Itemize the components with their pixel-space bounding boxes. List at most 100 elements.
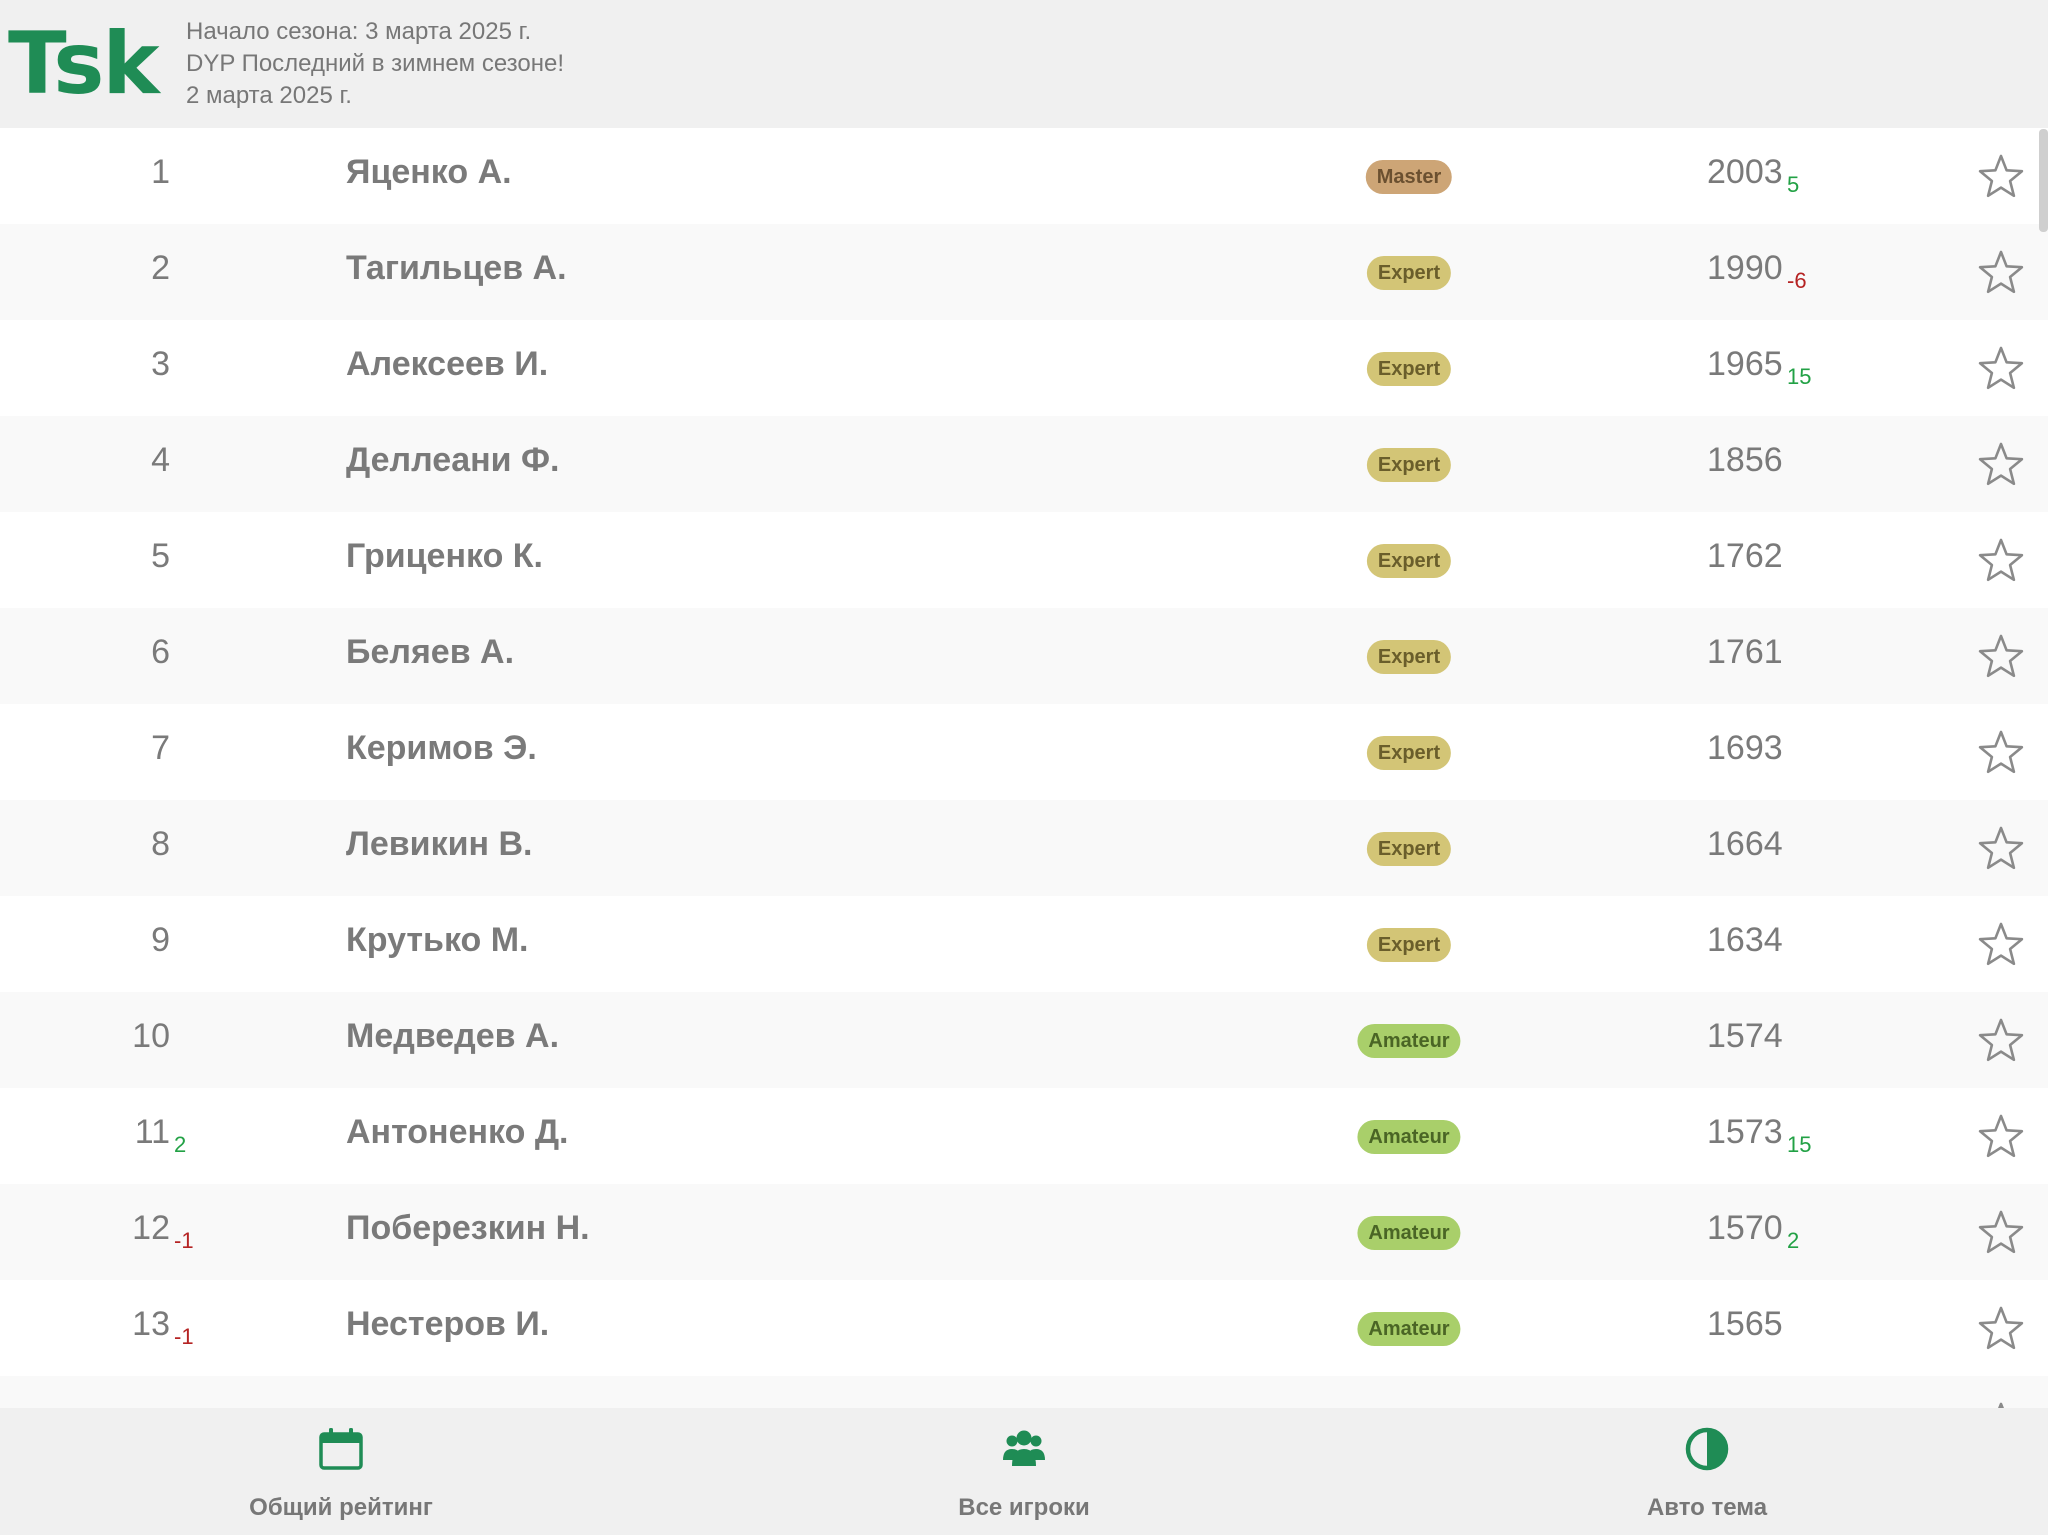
player-name[interactable]: Тагильцев А. <box>346 246 567 290</box>
level-badge: Expert <box>1366 448 1452 482</box>
player-name[interactable]: Нестеров И. <box>346 1302 549 1346</box>
rating-change: 2 <box>1787 1228 1800 1253</box>
table-row[interactable]: 8 Левикин В. Expert 1664 <box>0 800 2048 896</box>
player-rank: 7 <box>151 729 170 767</box>
player-rank: 4 <box>151 441 170 479</box>
table-row[interactable]: 2 Тагильцев А. Expert 1990 -6 <box>0 224 2048 320</box>
event-date: 2 марта 2025 г. <box>186 82 352 109</box>
table-row[interactable]: 6 Беляев А. Expert 1761 <box>0 608 2048 704</box>
table-row[interactable]: 4 Деллеани Ф. Expert 1856 <box>0 416 2048 512</box>
table-row[interactable]: 11 2 Антоненко Д. Amateur 1573 15 <box>0 1088 2048 1184</box>
level-badge: Amateur <box>1357 1216 1461 1250</box>
favorite-star-icon[interactable] <box>1978 825 2024 871</box>
player-rank: 3 <box>151 345 170 383</box>
app-logo[interactable]: Tsk <box>8 14 160 114</box>
player-name[interactable]: Левикин В. <box>346 822 532 866</box>
rating-list[interactable]: 1 Яценко А. Master 2003 5 2 Тагильцев А.… <box>0 128 2048 1408</box>
player-rating: 1574 <box>1707 1017 1783 1055</box>
favorite-star-icon[interactable] <box>1978 153 2024 199</box>
player-rank: 1 <box>151 153 170 191</box>
player-name[interactable]: Медведев А. <box>346 1014 559 1058</box>
player-rating: 1573 <box>1707 1113 1783 1151</box>
table-row[interactable]: 12 -1 Поберезкин Н. Amateur 1570 2 <box>0 1184 2048 1280</box>
favorite-star-icon[interactable] <box>1978 633 2024 679</box>
favorite-star-icon[interactable] <box>1978 345 2024 391</box>
player-rank: 6 <box>151 633 170 671</box>
player-name[interactable]: Крутько М. <box>346 918 529 962</box>
event-title: DYP Последний в зимнем сезоне! <box>186 50 565 77</box>
player-name[interactable]: Антоненко Д. <box>346 1110 569 1154</box>
nav-all-players-label: Все игроки <box>958 1494 1090 1521</box>
player-rating: 1634 <box>1707 921 1783 959</box>
player-name[interactable]: Беляев А. <box>346 630 514 674</box>
table-row[interactable]: 3 Алексеев И. Expert 1965 15 <box>0 320 2048 416</box>
favorite-star-icon[interactable] <box>1978 441 2024 487</box>
table-row[interactable]: 13 -1 Нестеров И. Amateur 1565 <box>0 1280 2048 1376</box>
player-name[interactable]: Алексеев И. <box>346 342 548 386</box>
level-badge: Expert <box>1366 928 1452 962</box>
level-badge: Amateur <box>1357 1120 1461 1154</box>
nav-overall-rating-label: Общий рейтинг <box>249 1494 433 1521</box>
users-icon <box>1003 1430 1045 1466</box>
app-header: Tsk Начало сезона: 3 марта 2025 г. DYP П… <box>0 0 2048 128</box>
bottom-navigation: Общий рейтинг Все игроки Авто тема <box>0 1408 2048 1535</box>
player-rating: 1965 <box>1707 345 1783 383</box>
nav-auto-theme-label: Авто тема <box>1646 1494 1768 1521</box>
player-rank: 12 <box>132 1209 170 1247</box>
player-name[interactable]: Гриценко К. <box>346 534 543 578</box>
player-name[interactable]: Деллеани Ф. <box>346 438 559 482</box>
level-badge: Amateur <box>1357 1312 1461 1346</box>
nav-auto-theme[interactable]: Авто тема <box>1366 1408 2048 1535</box>
rating-change: -6 <box>1787 268 1807 293</box>
rank-change: 2 <box>174 1132 187 1157</box>
player-rating: 1570 <box>1707 1209 1783 1247</box>
player-rating: 2003 <box>1707 153 1783 191</box>
level-badge: Expert <box>1366 544 1452 578</box>
player-rank: 9 <box>151 921 170 959</box>
player-rating: 1693 <box>1707 729 1783 767</box>
favorite-star-icon[interactable] <box>1978 537 2024 583</box>
player-rating: 1565 <box>1707 1305 1783 1343</box>
table-row[interactable]: 7 Керимов Э. Expert 1693 <box>0 704 2048 800</box>
season-start-text: Начало сезона: 3 марта 2025 г. <box>186 18 532 45</box>
season-info: Начало сезона: 3 марта 2025 г. DYP После… <box>186 16 564 112</box>
player-rank: 2 <box>151 249 170 287</box>
calendar-icon <box>319 1428 363 1470</box>
favorite-star-icon[interactable] <box>1978 1401 2024 1408</box>
favorite-star-icon[interactable] <box>1978 249 2024 295</box>
table-row[interactable]: 10 Медведев А. Amateur 1574 <box>0 992 2048 1088</box>
rank-change: -1 <box>174 1324 194 1349</box>
player-rank: 11 <box>134 1113 170 1151</box>
nav-all-players[interactable]: Все игроки <box>683 1408 1365 1535</box>
favorite-star-icon[interactable] <box>1978 921 2024 967</box>
player-rank: 5 <box>151 537 170 575</box>
table-row[interactable] <box>0 1376 2048 1408</box>
favorite-star-icon[interactable] <box>1978 1305 2024 1351</box>
rating-change: 15 <box>1787 1132 1812 1157</box>
player-rating: 1856 <box>1707 441 1783 479</box>
player-name[interactable]: Керимов Э. <box>346 726 537 770</box>
nav-overall-rating[interactable]: Общий рейтинг <box>0 1408 682 1535</box>
player-rank: 13 <box>132 1305 170 1343</box>
player-name[interactable]: Яценко А. <box>346 150 512 194</box>
scrollbar-thumb[interactable] <box>2039 129 2048 232</box>
level-badge: Expert <box>1366 352 1452 386</box>
player-rating: 1761 <box>1707 633 1783 671</box>
table-row[interactable]: 9 Крутько М. Expert 1634 <box>0 896 2048 992</box>
player-rank: 10 <box>132 1017 170 1055</box>
favorite-star-icon[interactable] <box>1978 1209 2024 1255</box>
level-badge: Expert <box>1366 256 1452 290</box>
favorite-star-icon[interactable] <box>1978 1113 2024 1159</box>
level-badge: Master <box>1365 160 1453 194</box>
level-badge: Expert <box>1366 736 1452 770</box>
player-name[interactable]: Поберезкин Н. <box>346 1206 590 1250</box>
player-rank: 8 <box>151 825 170 863</box>
rating-change: 5 <box>1787 172 1800 197</box>
player-rating: 1664 <box>1707 825 1783 863</box>
table-row[interactable]: 1 Яценко А. Master 2003 5 <box>0 128 2048 224</box>
table-row[interactable]: 5 Гриценко К. Expert 1762 <box>0 512 2048 608</box>
level-badge: Amateur <box>1357 1024 1461 1058</box>
player-rating: 1990 <box>1707 249 1783 287</box>
favorite-star-icon[interactable] <box>1978 729 2024 775</box>
favorite-star-icon[interactable] <box>1978 1017 2024 1063</box>
